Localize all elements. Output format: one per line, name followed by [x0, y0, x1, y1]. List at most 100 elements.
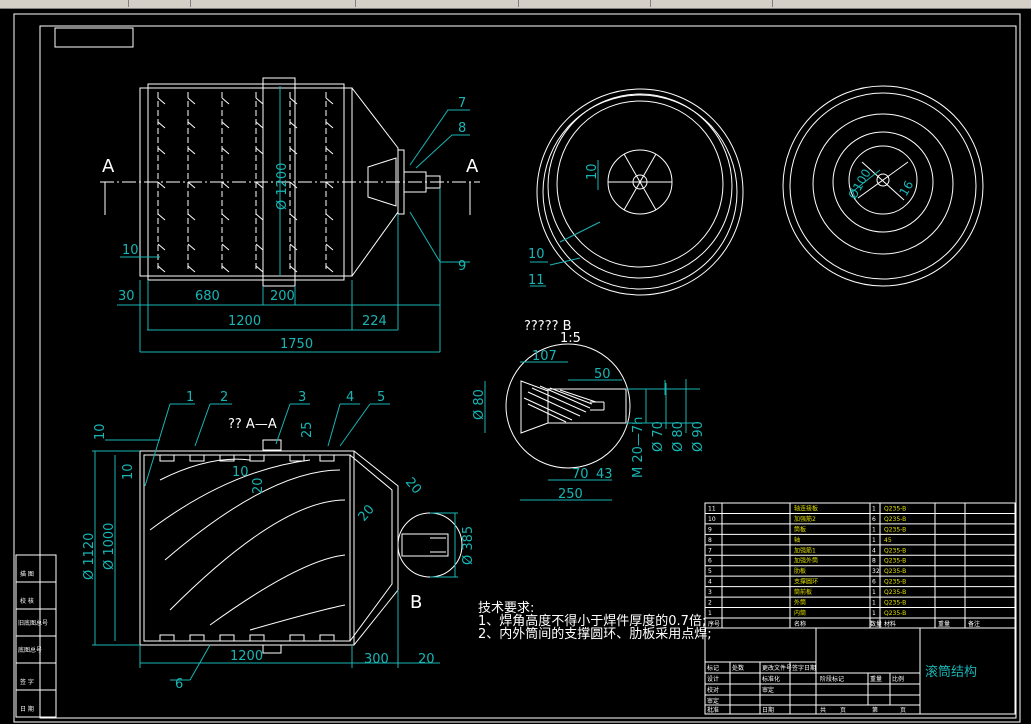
rib-tick [289, 147, 298, 155]
parts-row-qty: 1 [872, 610, 876, 617]
parts-row-material: Q235-B [884, 526, 906, 533]
dim-1200-section: 1200 [230, 649, 263, 664]
parts-row-material: Q235-B [884, 579, 906, 586]
section-aa-dims: 10 10 10 20 25 Ø 1120 Ø 1000 1200 300 20… [82, 421, 476, 668]
rib-tick [255, 181, 264, 189]
section-weld-ticks [159, 454, 335, 642]
rib-tick [325, 121, 334, 129]
parts-row-qty: 1 [872, 526, 876, 533]
rib-tick [221, 265, 230, 273]
dim-680: 680 [195, 289, 220, 304]
rib-tick [325, 97, 334, 105]
left-strip-table: 描 图 校 核 旧底图总号 底图总号 签 字 日 期 [15, 554, 57, 718]
title-block: 滚筒结构 标记 处数 更改文件号 签字 日期 设计 标准化 阶段标记 重量 比例… [704, 627, 1016, 715]
weld-tick-bottom [219, 634, 235, 642]
parts-row-qty: 32 [872, 568, 880, 575]
rib-tick [157, 181, 166, 189]
balloon-7: 7 [458, 96, 466, 111]
header-weight: 重量 [938, 620, 950, 628]
dim-dia-80-right: Ø 80 [671, 421, 686, 452]
tb-change-file: 更改文件号 [762, 664, 792, 672]
parts-row-qty: 4 [872, 547, 876, 554]
parts-row-no: 8 [708, 537, 712, 544]
weld-tick-top [289, 454, 305, 462]
balloon-3: 3 [298, 390, 306, 405]
parts-row-qty: 1 [872, 600, 876, 607]
parts-list-rows: 11 轴连接板 1 Q235-B10 加强筋2 6 Q235-B9 筒板 1 Q235-B8 轴 1 4… [705, 504, 1015, 619]
tb-stage: 阶段标记 [820, 675, 844, 683]
parts-row-material: Q235-B [884, 505, 906, 512]
rib-tick [325, 243, 334, 251]
rib-tick [221, 147, 230, 155]
section-aa-view[interactable]: ?? A—A B [139, 417, 463, 654]
tb-check: 校对 [707, 686, 719, 694]
rib-tick [325, 265, 334, 273]
parts-row-name: 加强筋1 [794, 546, 816, 554]
dim-10-top: 10 [122, 243, 139, 258]
detail-b-view[interactable]: ????? B 1:5 [505, 319, 631, 469]
weld-tick-bottom [189, 634, 205, 642]
parts-row-qty: 1 [872, 589, 876, 596]
rib-tick [187, 147, 196, 155]
balloon-4: 4 [346, 390, 354, 405]
dim-30: 30 [118, 289, 135, 304]
tb-date-head: 日期 [804, 664, 816, 672]
parts-row-no: 11 [708, 505, 716, 512]
dim-50: 50 [594, 367, 611, 382]
dim-thread: M 20—7h [631, 417, 646, 478]
rib-tick [221, 121, 230, 129]
strip-label-0: 描 图 [20, 570, 34, 578]
weld-tick-bottom [319, 634, 335, 642]
section-label-left: A [102, 156, 115, 177]
dim-dia-385: Ø 385 [461, 526, 476, 565]
dim-70: 70 [572, 467, 589, 482]
parts-row-material: Q235-B [884, 589, 906, 596]
dim-300: 300 [364, 652, 389, 667]
strip-label-1: 校 核 [20, 597, 34, 605]
balloon-1: 1 [186, 390, 194, 405]
rib-tick [255, 265, 264, 273]
end-view-right-dims: Ø100 16 [845, 166, 916, 201]
rib-tick [289, 265, 298, 273]
balloon-8: 8 [458, 121, 466, 136]
header-name: 名称 [794, 620, 806, 628]
strip-label-4: 签 字 [20, 678, 34, 686]
dim-20-bottom: 20 [418, 652, 435, 667]
tech-req-line2: 2、内外筒间的支撑圆环、肋板采用点焊; [478, 626, 712, 642]
rib-tick [221, 97, 230, 105]
dim-1750: 1750 [280, 337, 313, 352]
parts-row-no: 6 [708, 558, 712, 565]
parts-row-material: Q235-B [884, 558, 906, 565]
parts-row-qty: 1 [872, 505, 876, 512]
dim-10-section-b: 10 [121, 463, 136, 480]
tb-review-2: 审定 [707, 697, 719, 705]
end-view-left[interactable] [536, 88, 744, 296]
dim-dia-1000: Ø 1000 [102, 523, 117, 570]
balloon-9: 9 [458, 259, 466, 274]
tb-design: 设计 [707, 675, 719, 683]
parts-row-name: 内筒 [794, 609, 806, 617]
rib-tick [325, 147, 334, 155]
parts-row-no: 10 [708, 516, 716, 523]
dim-250: 250 [558, 487, 583, 502]
dim-dia-70: Ø 70 [651, 421, 666, 452]
end-view-right[interactable] [782, 85, 984, 287]
tb-count: 处数 [732, 664, 744, 672]
rib-tick [157, 121, 166, 129]
rib-tick [289, 213, 298, 221]
rib-tick [221, 213, 230, 221]
parts-row-material: Q235-B [884, 516, 906, 523]
weld-tick-top [319, 454, 335, 462]
cad-drawing-canvas[interactable]: 描 图 校 核 旧底图总号 底图总号 签 字 日 期 A A 30 680 20… [0, 0, 1031, 724]
tb-signature: 签字 [792, 664, 804, 672]
dim-10-section-a: 10 [93, 423, 108, 440]
balloon-5: 5 [377, 390, 385, 405]
strip-label-2: 旧底图总号 [18, 619, 48, 627]
header-no: 序号 [708, 620, 720, 628]
header-mat: 材料 [884, 620, 896, 628]
technical-requirements: 技术要求: 1、焊角高度不得小于焊件厚度的0.7倍; 2、内外筒间的支撑圆环、肋… [478, 601, 712, 642]
dim-1200: 1200 [228, 314, 261, 329]
dim-dia-80-left: Ø 80 [472, 389, 487, 420]
dim-20-slope-a: 20 [356, 502, 378, 524]
parts-row-name: 加强外筒 [794, 557, 818, 565]
